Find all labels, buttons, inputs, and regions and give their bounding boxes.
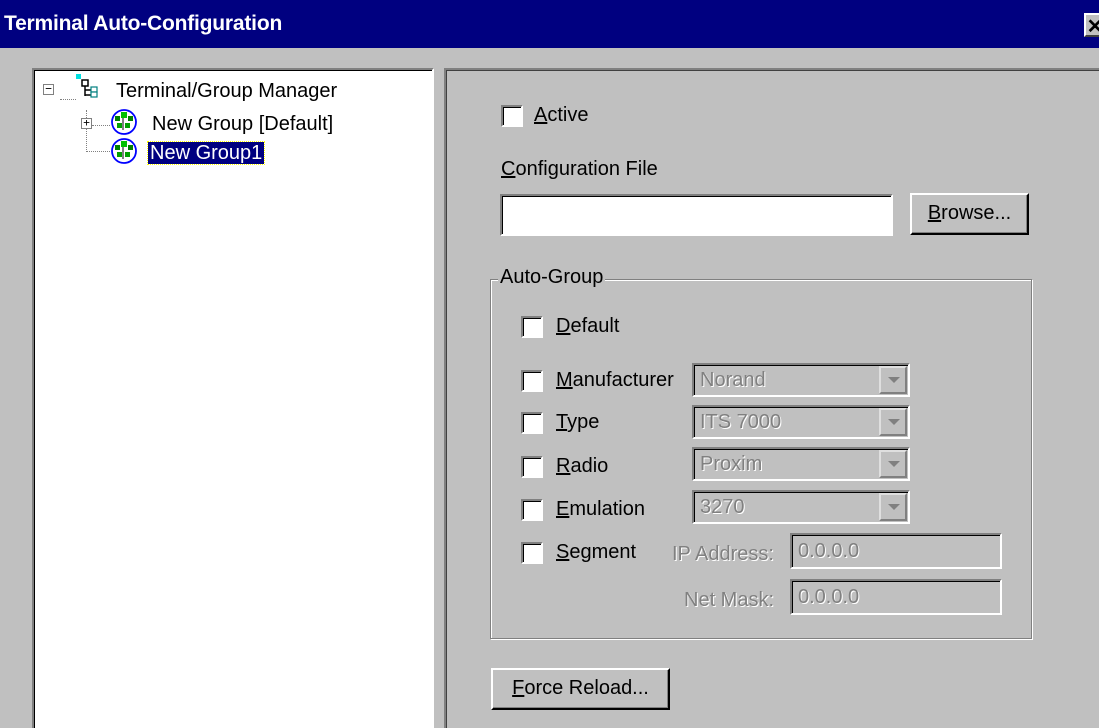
radio-value: Proxim xyxy=(700,453,763,475)
close-button[interactable]: ✕ xyxy=(1084,13,1099,38)
tree-root-icon xyxy=(76,72,100,104)
chevron-down-icon[interactable] xyxy=(879,408,907,436)
type-label: Type xyxy=(556,411,600,433)
group-icon xyxy=(110,137,138,171)
emulation-select[interactable]: 3270 xyxy=(692,490,910,524)
browse-button[interactable]: Browse... xyxy=(910,193,1029,235)
collapse-icon[interactable]: − xyxy=(43,83,54,95)
type-checkbox[interactable] xyxy=(521,412,543,434)
segment-checkbox[interactable] xyxy=(521,542,543,564)
tree-view[interactable]: − Terminal/Group Manager + New Group [De… xyxy=(32,68,434,728)
tree-item-selected-label: New Group1 xyxy=(146,141,266,165)
ip-address-value: 0.0.0.0 xyxy=(798,540,860,562)
tree-connector xyxy=(92,125,110,126)
net-mask-value: 0.0.0.0 xyxy=(798,586,860,608)
manufacturer-checkbox[interactable] xyxy=(521,370,543,392)
tree-item-new-group-default[interactable]: New Group [Default] xyxy=(152,111,333,137)
net-mask-label: Net Mask: xyxy=(684,589,775,611)
chevron-down-icon[interactable] xyxy=(879,493,907,521)
config-file-label: Configuration File xyxy=(501,158,658,180)
expand-icon[interactable]: + xyxy=(81,117,92,129)
active-checkbox[interactable] xyxy=(501,105,523,127)
manufacturer-value: Norand xyxy=(700,369,766,391)
emulation-label: Emulation xyxy=(556,498,645,520)
active-label-rest: ctive xyxy=(547,104,589,126)
force-reload-button[interactable]: Force Reload... xyxy=(491,668,670,710)
ip-address-label: IP Address: xyxy=(672,543,774,565)
tree-root-label[interactable]: Terminal/Group Manager xyxy=(116,78,337,104)
tree-item-new-group1[interactable]: New Group1 xyxy=(146,140,266,166)
default-label: Default xyxy=(556,315,620,337)
emulation-value: 3270 xyxy=(700,496,745,518)
type-select[interactable]: ITS 7000 xyxy=(692,405,910,439)
net-mask-field[interactable]: 0.0.0.0 xyxy=(790,579,1002,615)
window-title: Terminal Auto-Configuration xyxy=(4,12,283,35)
segment-label: Segment xyxy=(556,541,637,563)
auto-group-title: Auto-Group xyxy=(498,266,606,289)
tree-connector xyxy=(60,99,76,100)
ip-address-field[interactable]: 0.0.0.0 xyxy=(790,533,1002,569)
config-file-input[interactable] xyxy=(500,194,893,236)
chevron-down-icon[interactable] xyxy=(879,366,907,394)
radio-checkbox[interactable] xyxy=(521,456,543,478)
chevron-down-icon[interactable] xyxy=(879,450,907,478)
default-checkbox[interactable] xyxy=(521,316,543,338)
radio-label: Radio xyxy=(556,455,609,477)
title-bar: Terminal Auto-Configuration ✕ xyxy=(0,0,1099,48)
active-label: Active xyxy=(534,104,589,126)
radio-select[interactable]: Proxim xyxy=(692,447,910,481)
manufacturer-label: Manufacturer xyxy=(556,369,674,391)
emulation-checkbox[interactable] xyxy=(521,499,543,521)
type-value: ITS 7000 xyxy=(700,411,782,433)
manufacturer-select[interactable]: Norand xyxy=(692,363,910,397)
tree-connector xyxy=(86,151,110,152)
